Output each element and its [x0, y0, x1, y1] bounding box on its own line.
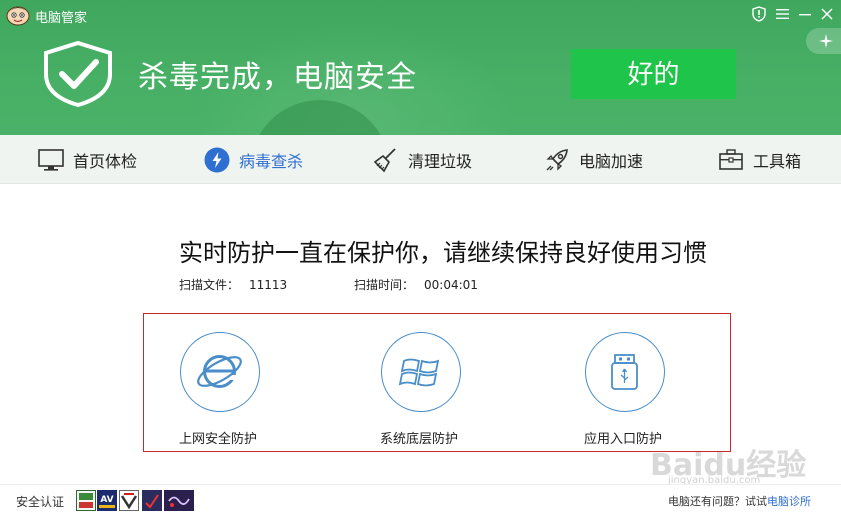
minimize-icon[interactable] [794, 4, 816, 24]
windows-icon [398, 358, 440, 387]
award-badge-icon[interactable] [142, 490, 162, 511]
toolbox-icon [719, 148, 743, 170]
status-header: 电脑管家 杀毒完成，电脑安全 好的 [0, 0, 841, 135]
scan-files-stat: 扫描文件： 11113 [179, 276, 287, 293]
rocket-icon [546, 148, 568, 171]
nav-label: 工具箱 [753, 151, 802, 171]
lightning-icon [204, 147, 230, 172]
scan-files-value: 11113 [249, 278, 288, 292]
ie-browser-icon [197, 355, 242, 388]
vb100-badge-icon[interactable] [119, 490, 139, 511]
scan-time-label: 扫描时间： [354, 278, 415, 292]
app-title: 电脑管家 [35, 11, 88, 26]
certification-label: 安全认证 [16, 495, 65, 509]
nav-item-clean-junk[interactable]: 清理垃圾 [373, 135, 472, 184]
scan-files-label: 扫描文件： [179, 278, 240, 292]
sparkle-side-button[interactable] [806, 28, 841, 54]
title-bar: 电脑管家 [0, 0, 841, 30]
nav-label: 电脑加速 [579, 151, 644, 171]
help-text: 电脑还有问题？试试 [668, 495, 767, 508]
nav-item-home-check[interactable]: 首页体检 [38, 135, 137, 184]
protection-panel: 上网安全防护 系统底层防护 应用入口防护 [143, 313, 731, 452]
usb-icon [611, 354, 638, 390]
sparkle-icon [819, 34, 833, 48]
menu-icon[interactable] [771, 4, 793, 24]
svg-text:AV: AV [100, 495, 113, 505]
shield-settings-icon[interactable] [748, 4, 770, 24]
scan-time-value: 00:04:01 [424, 278, 478, 292]
nav-item-virus-scan[interactable]: 病毒查杀 [204, 135, 303, 184]
protection-label: 上网安全防护 [179, 432, 258, 447]
protection-icon-circle [585, 332, 665, 412]
checkmark-badge-icon[interactable] [164, 490, 194, 511]
protection-label: 系统底层防护 [380, 432, 459, 447]
pc-clinic-link[interactable]: 电脑诊所 [767, 495, 811, 508]
close-icon[interactable] [816, 4, 838, 24]
nav-label: 清理垃圾 [408, 151, 473, 171]
shield-check-icon [44, 40, 112, 108]
ok-button[interactable]: 好的 [571, 49, 736, 99]
av-test-badge-icon[interactable]: AV [97, 490, 117, 511]
nav-item-toolbox[interactable]: 工具箱 [718, 135, 801, 184]
broom-icon [373, 147, 396, 172]
protection-icon-circle [180, 332, 260, 412]
help-prompt: 电脑还有问题？试试电脑诊所 [668, 493, 811, 509]
nav-label: 首页体检 [73, 151, 138, 171]
nav-item-speed-up[interactable]: 电脑加速 [544, 135, 643, 184]
scan-result-message: 杀毒完成，电脑安全 [138, 60, 417, 95]
protection-icon-circle [381, 332, 461, 412]
cert-badge-icon[interactable] [76, 490, 96, 511]
monitor-icon [38, 148, 64, 171]
main-nav: 首页体检 病毒查杀 清理垃圾 电脑加速 工具箱 [0, 135, 841, 184]
scan-time-stat: 扫描时间： 00:04:01 [354, 276, 478, 293]
footer-bar: 安全认证 AV 电脑还有问题？试试电脑诊所 [0, 484, 841, 515]
nav-label: 病毒查杀 [239, 151, 304, 171]
protection-headline: 实时防护一直在保护你，请继续保持良好使用习惯 [179, 239, 707, 267]
app-logo-icon [6, 6, 30, 26]
